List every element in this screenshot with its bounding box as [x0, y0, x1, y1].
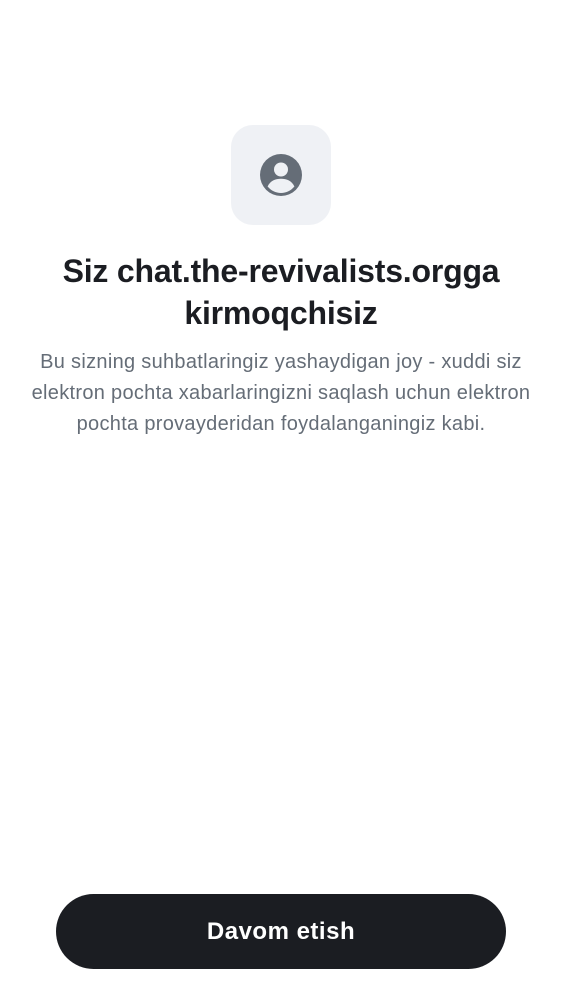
- user-circle-icon: [260, 154, 302, 196]
- continue-button[interactable]: Davom etish: [56, 894, 506, 969]
- server-icon-tile: [231, 125, 331, 225]
- page-title: Siz chat.the-revivalists.orgga kirmoqchi…: [62, 253, 500, 331]
- page-description: Bu sizning suhbatlaringiz yashaydigan jo…: [31, 351, 531, 435]
